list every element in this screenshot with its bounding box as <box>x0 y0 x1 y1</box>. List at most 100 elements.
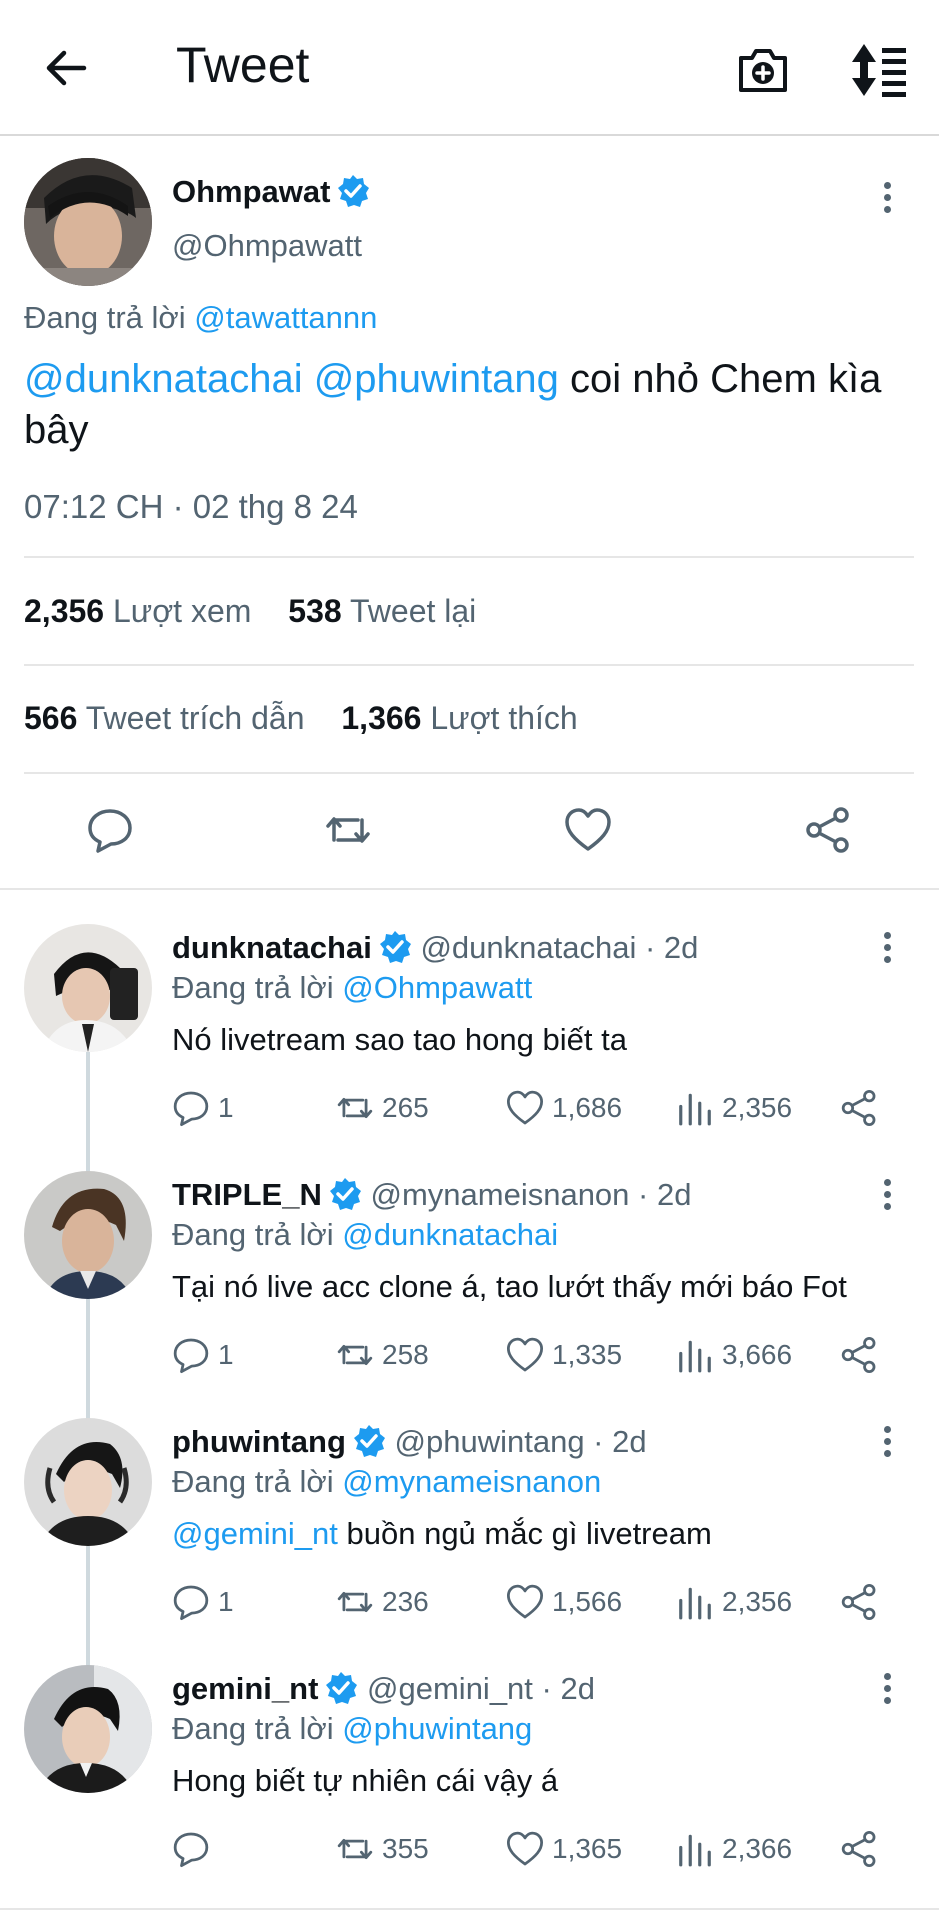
share-icon <box>841 1830 876 1868</box>
reply-tweet[interactable]: phuwintang @phuwintang · 2d Đang trả lời… <box>0 1418 939 1665</box>
author-avatar[interactable] <box>24 158 152 286</box>
more-options-icon[interactable] <box>882 1179 892 1215</box>
reply-header: gemini_nt @gemini_nt · 2d <box>172 1671 595 1707</box>
reply-button[interactable]: 1 <box>172 1335 234 1375</box>
reply-icon <box>173 1585 209 1621</box>
share-button[interactable] <box>840 1335 886 1375</box>
more-options-icon[interactable] <box>882 182 892 218</box>
replying-to-link[interactable]: @tawattannn <box>194 300 377 335</box>
reply-text: Tại nó live acc clone á, tao lướt thấy m… <box>172 1269 847 1305</box>
reply-tweet[interactable]: dunknatachai @dunknatachai · 2d Đang trả… <box>0 924 939 1171</box>
reply-count: 1 <box>218 1586 234 1617</box>
like-button[interactable]: 1,365 <box>506 1829 622 1869</box>
view-count: 3,666 <box>722 1339 793 1370</box>
like-count: 1,365 <box>552 1833 623 1864</box>
like-button[interactable]: 1,566 <box>506 1582 622 1622</box>
like-button[interactable]: 1,686 <box>506 1088 622 1128</box>
views-button[interactable]: 2,356 <box>676 1582 792 1622</box>
page-title: Tweet <box>176 37 310 93</box>
replying-to-link[interactable]: @Ohmpawatt <box>342 970 532 1005</box>
views-stat: 2,356 Lượt xem <box>24 593 252 629</box>
replying-prefix: Đang trả lời <box>172 1711 334 1746</box>
retweet-button[interactable]: 236 <box>336 1582 429 1622</box>
author-name-row[interactable]: Ohmpawat <box>172 174 370 210</box>
quotes-stat[interactable]: 566 Tweet trích dẫn <box>24 700 304 736</box>
more-options-icon[interactable] <box>882 1426 892 1462</box>
mention-link[interactable]: @dunknatachai <box>24 357 303 401</box>
reply-author-name[interactable]: TRIPLE_N <box>172 1177 322 1212</box>
reply-handle-time[interactable]: @dunknatachai · 2d <box>420 930 698 965</box>
reply-tweet[interactable]: TRIPLE_N @mynameisnanon · 2d Đang trả lờ… <box>0 1171 939 1418</box>
like-heart-icon[interactable] <box>564 806 612 854</box>
retweet-count: 265 <box>382 1092 429 1123</box>
retweet-icon <box>337 1344 373 1366</box>
reply-body: buồn ngủ mắc gì livetream <box>337 1516 712 1551</box>
retweet-button[interactable]: 265 <box>336 1088 429 1128</box>
reply-handle-time[interactable]: @mynameisnanon · 2d <box>370 1177 691 1212</box>
retweet-icon <box>337 1838 373 1860</box>
more-options-icon[interactable] <box>882 1673 892 1709</box>
reply-action-bar: 1 236 1,566 2,356 <box>172 1582 892 1622</box>
retweets-stat[interactable]: 538 Tweet lại <box>288 593 476 629</box>
mention-link[interactable]: @gemini_nt <box>172 1516 338 1551</box>
mention-link[interactable]: @phuwintang <box>314 357 559 401</box>
views-button[interactable]: 2,356 <box>676 1088 792 1128</box>
share-icon[interactable] <box>804 806 852 854</box>
reply-button[interactable]: 1 <box>172 1088 234 1128</box>
view-count: 2,356 <box>722 1586 793 1617</box>
reply-count: 1 <box>218 1092 234 1123</box>
camera-icon[interactable] <box>735 42 791 98</box>
reply-avatar[interactable] <box>24 1665 152 1793</box>
tweet-timestamp: 07:12 CH · 02 thg 8 24 <box>24 488 358 525</box>
like-count: 1,335 <box>552 1339 623 1370</box>
views-button[interactable]: 2,366 <box>676 1829 792 1869</box>
like-count: 1,686 <box>552 1092 623 1123</box>
reply-icon <box>173 1338 209 1374</box>
views-button[interactable]: 3,666 <box>676 1335 792 1375</box>
verified-badge-icon <box>338 175 370 207</box>
replying-to-link[interactable]: @phuwintang <box>342 1711 532 1746</box>
reply-author-name[interactable]: phuwintang <box>172 1424 346 1459</box>
share-button[interactable] <box>840 1829 886 1869</box>
reply-replying-to: Đang trả lời @phuwintang <box>172 1711 532 1747</box>
section-divider <box>0 1908 939 1910</box>
author-name[interactable]: Ohmpawat <box>172 174 330 209</box>
reply-action-bar: 1 258 1,335 3,666 <box>172 1335 892 1375</box>
reply-avatar[interactable] <box>24 1418 152 1546</box>
reply-tweet[interactable]: gemini_nt @gemini_nt · 2d Đang trả lời @… <box>0 1665 939 1912</box>
reply-avatar[interactable] <box>24 924 152 1052</box>
like-heart-icon <box>506 1337 544 1372</box>
reply-author-name[interactable]: gemini_nt <box>172 1671 318 1706</box>
reply-button[interactable]: 1 <box>172 1582 234 1622</box>
sort-replies-icon[interactable] <box>850 42 910 98</box>
reply-handle-time[interactable]: @gemini_nt · 2d <box>367 1671 595 1706</box>
retweet-count: 355 <box>382 1833 429 1864</box>
reply-header: dunknatachai @dunknatachai · 2d <box>172 930 698 966</box>
reply-text: @gemini_nt buồn ngủ mắc gì livetream <box>172 1516 712 1552</box>
verified-badge-icon <box>353 1425 385 1457</box>
reply-button[interactable] <box>172 1829 218 1869</box>
reply-icon[interactable] <box>86 806 134 854</box>
retweet-button[interactable]: 258 <box>336 1335 429 1375</box>
author-handle[interactable]: @Ohmpawatt <box>172 228 362 264</box>
section-divider <box>0 888 939 890</box>
like-button[interactable]: 1,335 <box>506 1335 622 1375</box>
retweet-button[interactable]: 355 <box>336 1829 429 1869</box>
likes-stat[interactable]: 1,366 Lượt thích <box>341 700 577 736</box>
reply-header: TRIPLE_N @mynameisnanon · 2d <box>172 1177 691 1213</box>
replying-to-link[interactable]: @dunknatachai <box>342 1217 558 1252</box>
reply-author-name[interactable]: dunknatachai <box>172 930 372 965</box>
top-bar: Tweet <box>0 0 939 136</box>
replying-to-link[interactable]: @mynameisnanon <box>342 1464 601 1499</box>
reply-handle-time[interactable]: @phuwintang · 2d <box>395 1424 647 1459</box>
share-button[interactable] <box>840 1088 886 1128</box>
reply-header: phuwintang @phuwintang · 2d <box>172 1424 647 1460</box>
more-options-icon[interactable] <box>882 932 892 968</box>
reply-avatar[interactable] <box>24 1171 152 1299</box>
share-icon <box>841 1089 876 1127</box>
back-arrow-icon[interactable] <box>44 46 88 90</box>
retweet-icon[interactable] <box>324 806 372 854</box>
divider <box>24 772 914 774</box>
share-button[interactable] <box>840 1582 886 1622</box>
divider <box>24 664 914 666</box>
